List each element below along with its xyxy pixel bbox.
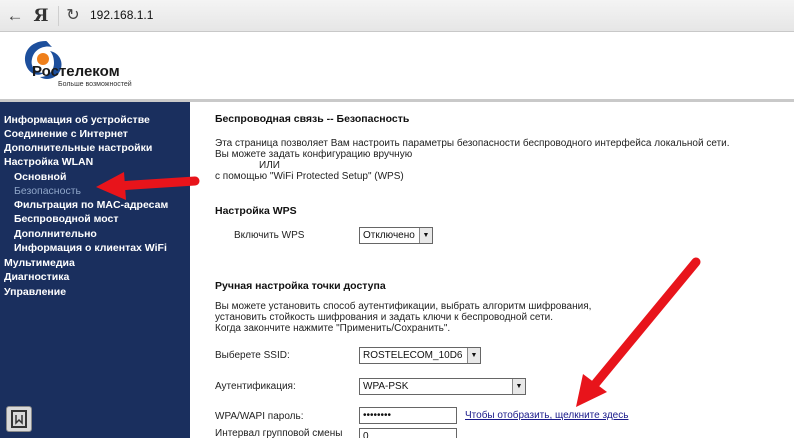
intro-line-or: ИЛИ [259,160,280,171]
wps-section-title: Настройка WPS [215,205,297,217]
dropdown-arrow-icon: ▼ [419,228,432,243]
sidebar-item-basic[interactable]: Основной [14,171,66,183]
ssid-select[interactable]: ROSTELECOM_10D6 ▼ [359,347,481,364]
group-interval-label: Интервал групповой смены [215,428,343,438]
sidebar-item-internet[interactable]: Соединение с Интернет [4,128,128,140]
browser-toolbar: ← Я ↻ 192.168.1.1 [0,0,794,32]
intro-line-1: Эта страница позволяет Вам настроить пар… [215,138,730,149]
password-label: WPA/WAPI пароль: [215,411,304,422]
intro-line-2: Вы можете задать конфигурацию вручную [215,149,413,160]
dropdown-arrow-icon: ▼ [467,348,480,363]
toolbar-divider [58,6,59,26]
brand-tagline: Больше возможностей [58,81,132,88]
group-interval-input[interactable]: 0 [359,428,457,438]
show-password-link[interactable]: Чтобы отобразить, щелкните здесь [465,410,628,421]
sidebar-item-wifi-clients[interactable]: Информация о клиентах WiFi [14,242,167,254]
sidebar-item-security[interactable]: Безопасность [14,185,81,197]
sidebar-item-multimedia[interactable]: Мультимедиа [4,257,75,269]
bookmark-icon [11,410,27,428]
reload-icon[interactable]: ↻ [62,5,84,27]
auth-label: Аутентификация: [215,381,296,392]
manual-section-title: Ручная настройка точки доступа [215,280,386,292]
manual-desc-line-2: установить стойкость шифрования и задать… [215,312,554,323]
wps-enable-select[interactable]: Отключено ▼ [359,227,433,244]
intro-line-3: с помощью "WiFi Protected Setup" (WPS) [215,171,404,182]
ssid-value: ROSTELECOM_10D6 [363,350,463,361]
manual-desc-line-1: Вы можете установить способ аутентификац… [215,301,592,312]
ssid-label: Выберете SSID: [215,350,290,361]
brand-name: Ростелеком [32,63,120,80]
sidebar-item-mac-filter[interactable]: Фильтрация по MAC-адресам [14,199,168,211]
sidebar-item-diagnostics[interactable]: Диагностика [4,271,69,283]
sidebar-item-management[interactable]: Управление [4,286,66,298]
password-input[interactable]: •••••••• [359,407,457,424]
sidebar-item-advanced[interactable]: Дополнительные настройки [4,142,152,154]
wps-enable-label: Включить WPS [234,230,305,241]
bookmark-button[interactable] [6,406,32,432]
address-bar[interactable]: 192.168.1.1 [90,8,153,22]
page-header: Ростелеком Больше возможностей [0,33,794,99]
yandex-logo-icon[interactable]: Я [30,5,52,27]
manual-desc-line-3: Когда закончите нажмите "Применить/Сохра… [215,323,451,334]
back-arrow-icon[interactable]: ← [4,5,26,27]
sidebar-item-wireless-bridge[interactable]: Беспроводной мост [14,213,119,225]
auth-select[interactable]: WPA-PSK ▼ [359,378,526,395]
page-title: Беспроводная связь -- Безопасность [215,113,410,125]
auth-value: WPA-PSK [363,381,409,392]
sidebar-item-wlan[interactable]: Настройка WLAN [4,156,93,168]
arrow-to-password-icon [576,257,701,407]
sidebar-item-device-info[interactable]: Информация об устройстве [4,114,150,126]
wps-enable-value: Отключено [363,230,415,241]
sidebar-item-additional[interactable]: Дополнительно [14,228,97,240]
dropdown-arrow-icon: ▼ [512,379,525,394]
